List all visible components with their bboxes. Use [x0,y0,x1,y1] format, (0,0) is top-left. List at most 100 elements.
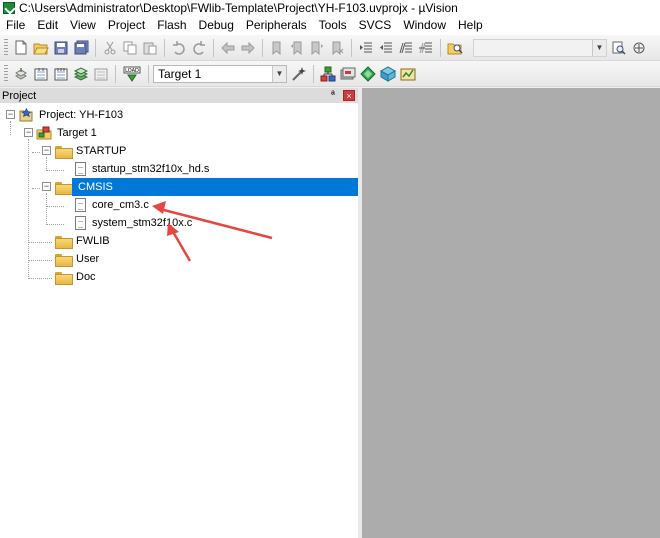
folder-open-icon [55,181,73,195]
toolbar-separator [213,38,214,57]
manage-run-time-icon[interactable] [360,65,376,82]
collapse-toggle[interactable]: − [6,110,15,119]
chevron-down-icon[interactable]: ▼ [272,65,286,82]
project-tree: − Project: YH-F103 − Target 1 − STARTUP … [0,103,358,538]
tree-node-group-startup[interactable]: − STARTUP [0,142,126,160]
navigate-forward-icon[interactable] [240,40,256,56]
file-icon [75,198,86,212]
incremental-find-icon[interactable] [611,40,627,56]
select-packs-icon[interactable] [340,66,356,82]
menu-project[interactable]: Project [102,16,151,35]
save-icon[interactable] [53,40,69,56]
group-label: FWLIB [76,235,110,247]
bookmark-next-icon[interactable] [309,40,325,56]
copy-icon[interactable] [122,40,138,56]
tree-node-group-fwlib[interactable]: FWLIB [0,232,110,250]
find-combobox[interactable]: ▼ [473,38,607,57]
folder-icon [55,235,73,249]
title-bar: C:\Users\Administrator\Desktop\FWlib-Tem… [0,0,660,16]
uvision-app-icon [3,2,15,14]
menu-flash[interactable]: Flash [151,16,192,35]
tree-node-file[interactable]: startup_stm32f10x_hd.s [0,160,209,178]
menu-bar: File Edit View Project Flash Debug Perip… [0,16,660,35]
group-label: User [76,253,100,265]
redo-icon[interactable] [191,40,207,56]
project-panel-header: Project ª × [0,88,358,103]
project-label: Project: YH-F103 [39,109,124,121]
group-label: CMSIS [78,181,113,193]
build-icon[interactable] [33,66,49,82]
tree-node-group-user[interactable]: User [0,250,99,268]
menu-tools[interactable]: Tools [313,16,353,35]
tree-node-file[interactable]: system_stm32f10x.c [0,214,192,232]
target-options-icon[interactable] [291,66,307,82]
project-panel-title: Project [2,89,37,102]
folder-open-icon [55,145,73,159]
group-label: STARTUP [76,145,127,157]
bookmark-previous-icon[interactable] [289,40,305,56]
tree-node-group-cmsis[interactable]: − CMSIS [0,178,358,196]
tree-node-project[interactable]: − Project: YH-F103 [0,106,123,124]
toolbar-grip[interactable] [4,38,8,57]
tree-node-group-doc[interactable]: Doc [0,268,96,286]
toolbar-separator [164,38,165,57]
batch-build-icon[interactable] [73,66,89,82]
toolbar-separator [115,64,116,83]
selection-highlight [72,178,358,196]
menu-peripherals[interactable]: Peripherals [240,16,313,35]
target-select-value: Target 1 [158,66,202,81]
toolbar-separator [440,38,441,57]
bookmark-insert-icon[interactable] [269,40,285,56]
manage-project-items-icon[interactable] [320,66,336,82]
collapse-toggle[interactable]: − [24,128,33,137]
comment-icon[interactable] [398,40,414,56]
group-label: Doc [76,271,96,283]
build-toolbar: LOAD Target 1 ▼ [0,61,660,87]
chevron-down-icon[interactable]: ▼ [592,39,606,56]
pack-installer-icon[interactable] [380,65,396,82]
download-load-icon[interactable]: LOAD [122,66,142,82]
menu-help[interactable]: Help [452,16,489,35]
toolbar-grip[interactable] [4,64,8,83]
collapse-toggle[interactable]: − [42,182,51,191]
toolbar-separator [313,64,314,83]
stop-build-icon[interactable] [93,66,109,82]
collapse-toggle[interactable]: − [42,146,51,155]
panel-controls: ª × [327,90,358,102]
file-label: core_cm3.c [92,199,149,211]
file-toolbar: ▼ [0,35,660,61]
window-title: C:\Users\Administrator\Desktop\FWlib-Tem… [19,1,458,15]
tree-node-file[interactable]: core_cm3.c [0,196,149,214]
menu-window[interactable]: Window [397,16,452,35]
menu-edit[interactable]: Edit [31,16,64,35]
navigate-back-icon[interactable] [220,40,236,56]
tree-node-target[interactable]: − Target 1 [0,124,97,142]
close-icon[interactable]: × [343,90,355,101]
target-select[interactable]: Target 1 ▼ [153,64,287,83]
rebuild-icon[interactable] [53,66,69,82]
debug-session-icon[interactable] [631,40,647,56]
indent-icon[interactable] [358,40,374,56]
open-folder-icon[interactable] [33,40,49,56]
menu-view[interactable]: View [64,16,102,35]
save-all-icon[interactable] [73,40,89,56]
unindent-icon[interactable] [378,40,394,56]
menu-file[interactable]: File [0,16,31,35]
target-icon [36,126,52,140]
cut-icon[interactable] [102,40,118,56]
file-label: startup_stm32f10x_hd.s [92,163,210,175]
undo-icon[interactable] [171,40,187,56]
toolbar-separator [148,64,149,83]
menu-debug[interactable]: Debug [193,16,240,35]
toolbar-separator [351,38,352,57]
menu-svcs[interactable]: SVCS [353,16,398,35]
event-recorder-icon[interactable] [400,66,416,82]
bookmark-clear-icon[interactable] [329,40,345,56]
uncomment-icon[interactable] [418,40,434,56]
folder-icon [55,253,73,267]
paste-icon[interactable] [142,40,158,56]
translate-icon[interactable] [13,66,29,82]
new-file-icon[interactable] [13,40,29,56]
find-in-files-icon[interactable] [447,40,463,56]
pin-icon[interactable]: ª [327,90,339,102]
